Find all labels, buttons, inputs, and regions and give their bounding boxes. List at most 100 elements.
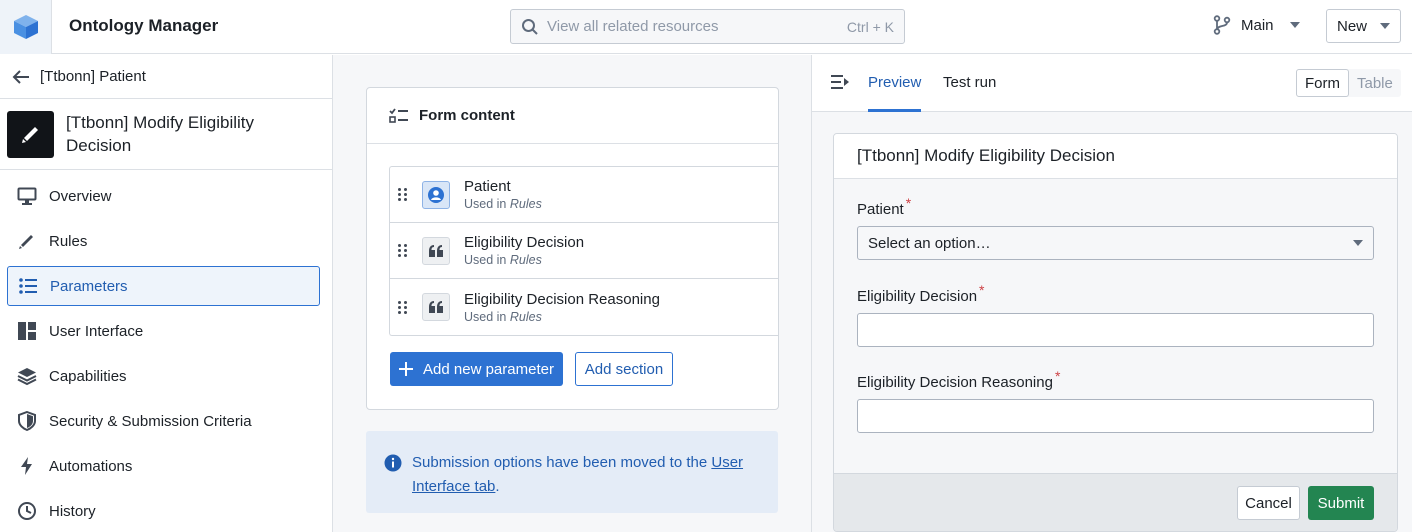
sidebar-item-label: Rules: [49, 232, 88, 250]
patient-select-value: Select an option…: [868, 234, 991, 252]
desktop-icon: [17, 186, 37, 206]
search-shortcut: Ctrl + K: [846, 18, 894, 35]
tab-preview[interactable]: Preview: [868, 74, 921, 91]
form-preview: [Ttbonn] Modify Eligibility Decision Pat…: [833, 133, 1398, 532]
branch-selector[interactable]: Main: [1213, 15, 1300, 35]
form-list-icon: [389, 107, 408, 123]
sidebar-item-parameters[interactable]: Parameters: [7, 266, 320, 306]
edit-icon: [17, 231, 37, 251]
caret-down-icon: [1380, 23, 1390, 29]
app-logo[interactable]: [0, 0, 52, 54]
branch-label: Main: [1241, 16, 1274, 34]
form-content-panel: Form content Patient Used in Rules Eligi…: [333, 55, 812, 532]
action-type-icon: [7, 110, 54, 158]
required-marker: *: [979, 282, 985, 298]
info-callout: Submission options have been moved to th…: [366, 431, 778, 513]
back-link-label: [Ttbonn] Patient: [40, 68, 146, 85]
field-label-text: Eligibility Decision: [857, 288, 978, 305]
new-button-label: New: [1337, 17, 1368, 35]
table-view-toggle[interactable]: Table: [1349, 69, 1401, 97]
edit-icon: [21, 127, 38, 143]
form-content-title: Form content: [419, 107, 515, 124]
cube-icon: [13, 15, 38, 39]
view-toggle: Form Table: [1296, 69, 1401, 97]
search-input[interactable]: View all related resources Ctrl + K: [510, 9, 905, 44]
parameter-usage: Used in Rules: [464, 197, 542, 211]
app-title: Ontology Manager: [69, 16, 219, 35]
usage-prefix: Used in: [464, 197, 507, 211]
plus-icon: [399, 362, 414, 376]
list-item[interactable]: Eligibility Decision Used in Rules: [390, 223, 779, 279]
preview-tabs: Preview Test run Form Table: [812, 55, 1412, 112]
list-item[interactable]: Patient Used in Rules: [390, 167, 779, 223]
parameter-usage: Used in Rules: [464, 310, 660, 324]
add-section-button[interactable]: Add section: [575, 352, 673, 386]
required-marker: *: [905, 195, 912, 211]
sidebar-item-user-interface[interactable]: User Interface: [7, 311, 320, 351]
callout-period: .: [495, 478, 500, 495]
form-preview-title: [Ttbonn] Modify Eligibility Decision: [834, 134, 1397, 179]
collapse-panel-icon[interactable]: [830, 73, 850, 91]
drag-handle-icon[interactable]: [398, 300, 408, 314]
add-section-label: Add section: [584, 360, 664, 378]
add-parameter-button[interactable]: Add new parameter: [390, 352, 563, 386]
patient-field-label: Patient *: [857, 195, 911, 218]
form-content-card: Form content Patient Used in Rules Eligi…: [366, 87, 779, 410]
sidebar-item-label: Automations: [49, 457, 133, 475]
arrow-left-icon: [12, 69, 29, 84]
sidebar-item-label: Parameters: [50, 277, 128, 295]
search-icon: [522, 18, 538, 35]
parameter-usage: Used in Rules: [464, 253, 584, 267]
sidebar-item-label: User Interface: [49, 322, 144, 340]
required-marker: *: [1054, 368, 1061, 384]
sidebar-item-security[interactable]: Security & Submission Criteria: [7, 401, 320, 441]
callout-text: Submission options have been moved to th…: [412, 451, 760, 495]
field-label-text: Patient: [857, 201, 904, 218]
eligibility-decision-label: Eligibility Decision *: [857, 282, 985, 305]
form-view-toggle[interactable]: Form: [1296, 69, 1349, 97]
new-button[interactable]: New: [1326, 9, 1401, 43]
sidebar-item-label: Overview: [49, 187, 112, 205]
sidebar-item-label: Capabilities: [49, 367, 127, 385]
sidebar-item-label: History: [49, 502, 96, 520]
sidebar-item-capabilities[interactable]: Capabilities: [7, 356, 320, 396]
usage-prefix: Used in: [464, 309, 507, 324]
top-bar: Ontology Manager View all related resour…: [0, 0, 1412, 54]
lightning-icon: [17, 456, 37, 476]
parameter-list: Patient Used in Rules Eligibility Decisi…: [389, 166, 779, 336]
shield-icon: [17, 411, 37, 431]
caret-down-icon: [1353, 240, 1363, 246]
object-icon: [422, 180, 450, 209]
cancel-button[interactable]: Cancel: [1237, 486, 1300, 520]
usage-target: Rules: [509, 197, 542, 211]
sidebar-item-overview[interactable]: Overview: [7, 176, 320, 216]
usage-target: Rules: [509, 309, 542, 324]
drag-handle-icon[interactable]: [398, 244, 408, 257]
patient-select[interactable]: Select an option…: [857, 226, 1374, 260]
action-header: [Ttbonn] Modify Eligibility Decision: [0, 99, 332, 170]
callout-message: Submission options have been moved to th…: [412, 454, 712, 471]
eligibility-reasoning-input[interactable]: [857, 399, 1374, 433]
sidebar-item-automations[interactable]: Automations: [7, 446, 320, 486]
layers-icon: [17, 366, 37, 386]
submit-button[interactable]: Submit: [1308, 486, 1374, 520]
sidebar-item-history[interactable]: History: [7, 491, 320, 531]
tab-test-run[interactable]: Test run: [943, 74, 996, 91]
sidebar-item-rules[interactable]: Rules: [7, 221, 320, 261]
field-label-text: Eligibility Decision Reasoning: [857, 374, 1053, 391]
drag-handle-icon[interactable]: [398, 188, 408, 201]
parameter-name: Eligibility Decision Reasoning: [464, 290, 660, 308]
caret-down-icon: [1289, 22, 1300, 28]
properties-icon: [18, 276, 38, 296]
eligibility-decision-input[interactable]: [857, 313, 1374, 347]
list-item[interactable]: Eligibility Decision Reasoning Used in R…: [390, 279, 779, 335]
git-branch-icon: [1213, 15, 1231, 35]
parameter-name: Eligibility Decision: [464, 234, 585, 251]
action-title: [Ttbonn] Modify Eligibility Decision: [66, 113, 255, 155]
usage-prefix: Used in: [464, 253, 507, 267]
back-link[interactable]: [Ttbonn] Patient: [0, 55, 332, 99]
sidebar-nav: Overview Rules Parameters User Interface…: [0, 170, 332, 531]
sidebar-item-label: Security & Submission Criteria: [49, 412, 252, 430]
quote-icon: [422, 293, 450, 321]
form-footer: Cancel Submit: [834, 473, 1397, 531]
